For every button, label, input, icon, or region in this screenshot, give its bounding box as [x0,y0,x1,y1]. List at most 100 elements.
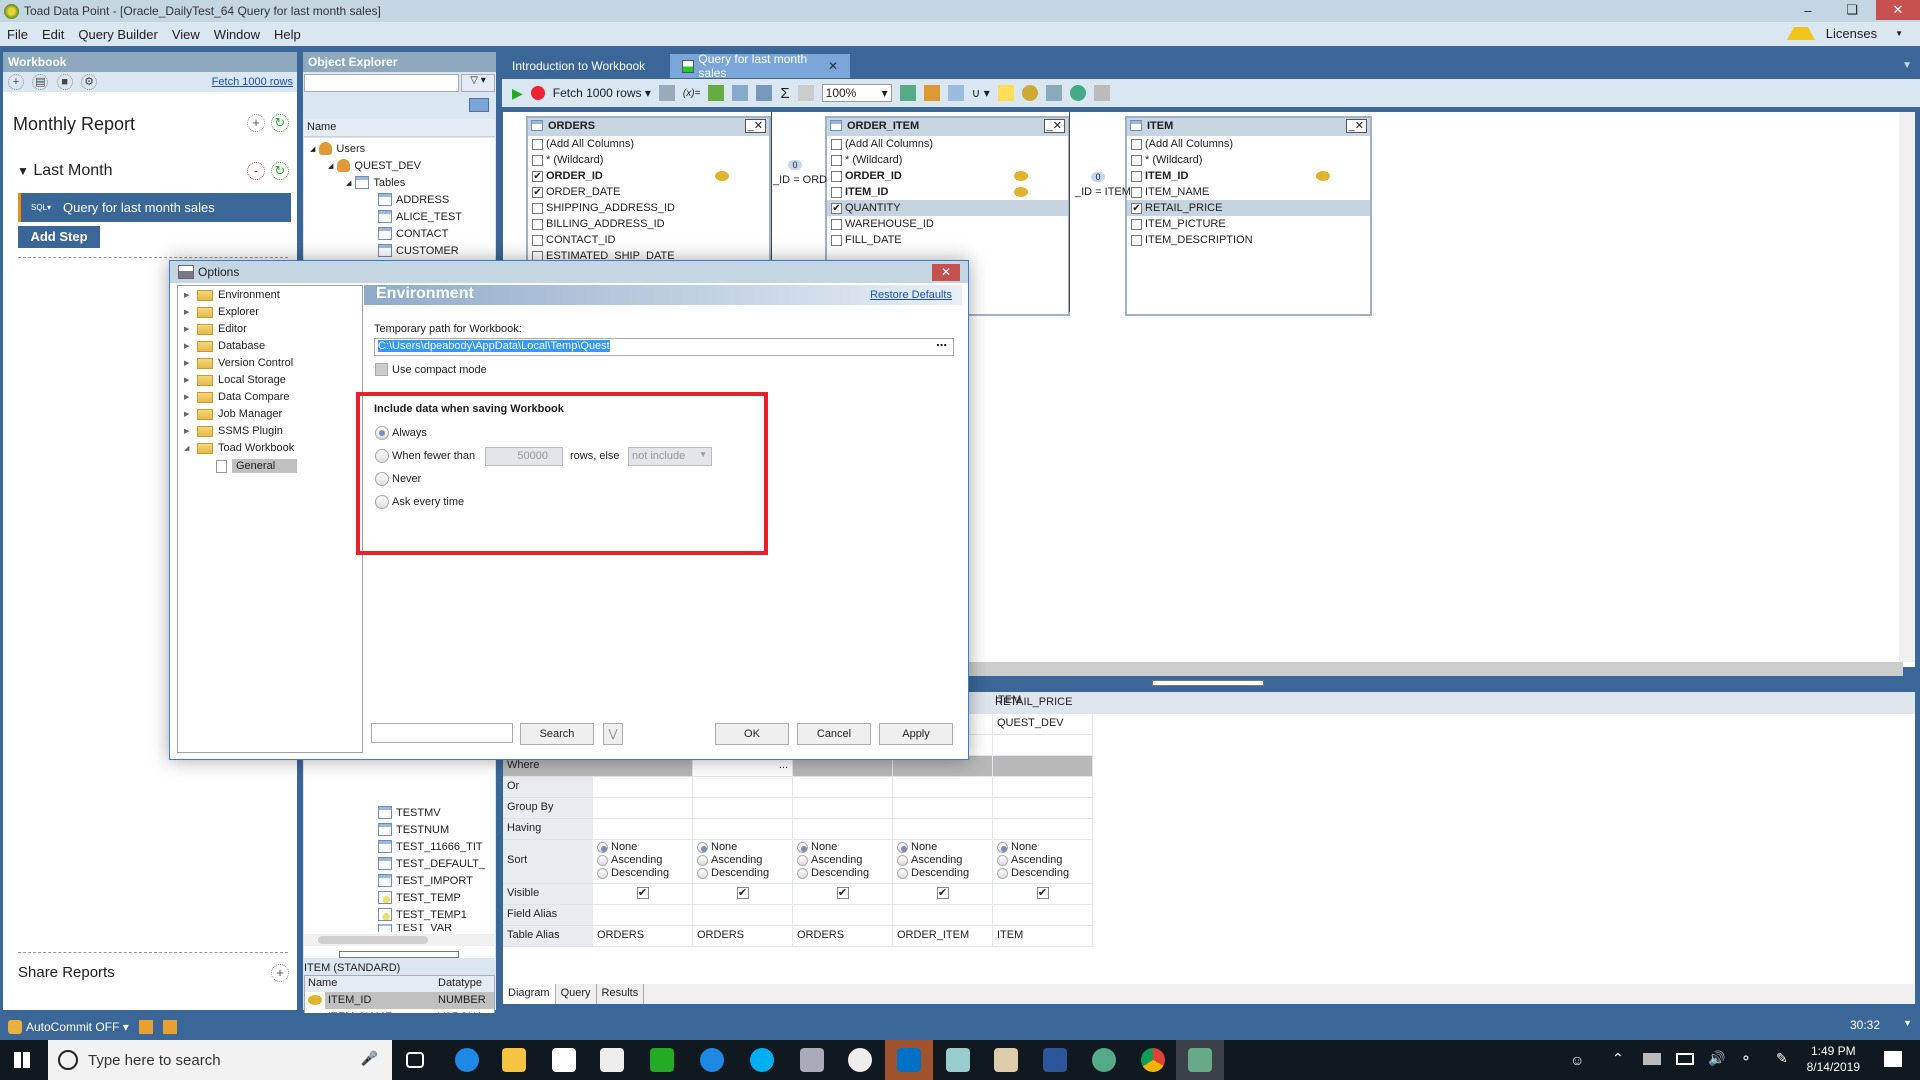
edit-sql-icon[interactable] [658,85,675,101]
slack-icon[interactable] [848,1048,872,1072]
grid-cell[interactable] [693,905,793,926]
nav-item-general[interactable]: General [216,459,298,473]
grid-cell[interactable]: None Ascending Descending [993,840,1093,884]
column-checkbox[interactable] [1131,170,1142,182]
radio-button[interactable] [597,868,608,879]
radio-button[interactable] [797,868,808,879]
column-row[interactable]: ITEM_DESCRIPTION [1127,232,1370,248]
view-options-icon[interactable] [469,98,489,112]
windows-start-icon[interactable] [14,1052,30,1068]
export-icon[interactable] [899,85,916,101]
microphone-icon[interactable]: 🎤 [361,1050,378,1067]
zoom-select[interactable]: 100% ▾ [821,84,892,102]
radio-button[interactable] [597,842,608,853]
remove-section-icon[interactable]: - [247,162,265,180]
save-icon[interactable]: ■ [56,74,73,90]
expand-icon[interactable]: ⋁ [603,723,623,745]
ok-button[interactable]: OK [715,723,789,745]
tree-node-table[interactable]: TEST_VAR [378,924,452,932]
grid-cell[interactable] [893,819,993,840]
add-section-icon[interactable]: + [247,114,265,132]
nav-item[interactable]: ▶ Database [184,340,265,352]
grid-cell[interactable]: ✔ [793,884,893,905]
column-row[interactable]: ✔ QUANTITY [827,200,1068,216]
skype-icon[interactable] [750,1048,774,1072]
column-checkbox[interactable] [1131,218,1142,230]
grid-cell[interactable] [593,798,693,819]
column-checkbox[interactable] [831,138,842,150]
radio-button[interactable] [897,842,908,853]
grid-cell[interactable] [793,777,893,798]
close-tab-icon[interactable]: ✕ [828,59,838,73]
sort-option[interactable]: None [897,841,988,854]
splitter-handle[interactable] [1152,680,1264,686]
sort-option[interactable]: Ascending [597,854,688,867]
add-share-icon[interactable]: + [271,964,289,982]
browser-icon[interactable] [1092,1048,1116,1072]
close-window-button[interactable]: ✕ [1876,0,1920,20]
filter-icon[interactable]: ▽ ▾ [461,74,495,92]
add-step-button[interactable]: Add Step [18,226,100,248]
radio-button[interactable] [597,855,608,866]
tree-node-table[interactable]: TESTNUM [378,823,449,836]
tab-query[interactable]: Query for last month sales ✕ [670,52,850,80]
tree-node-table[interactable]: ALICE_TEST [378,210,462,223]
sort-option[interactable]: None [797,841,888,854]
minimize-close-icon[interactable]: _✕ [744,119,766,133]
tree-node-table[interactable]: TEST_DEFAULT_ [378,857,485,870]
column-row[interactable]: ITEM_PICTURE [1127,216,1370,232]
minimize-close-icon[interactable]: _✕ [1043,119,1065,133]
table-icon[interactable] [732,85,749,101]
column-row[interactable]: * (Wildcard) [528,152,769,168]
column-row[interactable]: ITEM_ID [827,184,1068,200]
radio-button[interactable] [697,842,708,853]
where-icon[interactable] [1021,85,1038,101]
having-icon[interactable] [1069,85,1086,101]
grid-cell[interactable] [693,777,793,798]
grid-icon[interactable] [756,85,773,101]
gear-icon[interactable]: ⚙ [81,74,98,90]
grid-cell[interactable] [993,819,1093,840]
tree-node-temp-table[interactable]: TEST_TEMP1 [378,908,467,921]
column-checkbox[interactable] [532,154,543,166]
browse-button[interactable]: ⋯ [936,339,947,352]
column-checkbox[interactable] [532,202,543,214]
sort-option[interactable]: Ascending [797,854,888,867]
grid-cell[interactable] [693,819,793,840]
column-row[interactable]: ✔ ORDER_DATE [528,184,769,200]
stop-icon[interactable] [530,86,545,100]
nav-item[interactable]: ▶ SSMS Plugin [184,425,283,437]
radio-button[interactable] [797,842,808,853]
nav-item[interactable]: ▶ Job Manager [184,408,282,420]
monitor-icon[interactable] [800,1048,824,1072]
nav-item[interactable]: ◢ Toad Workbook [184,442,294,454]
tree-node-table[interactable]: CUSTOMER [378,244,459,257]
grid-cell[interactable]: ORDERS [693,926,793,947]
pen-icon[interactable]: ✎ [1776,1050,1788,1067]
radio-button[interactable] [897,868,908,879]
radio-button[interactable] [997,855,1008,866]
checkbox[interactable] [375,363,388,376]
expand-arrow-icon[interactable]: ▶ [184,291,192,299]
column-checkbox[interactable] [1131,138,1142,150]
column-checkbox[interactable] [532,234,543,246]
outlook-icon[interactable] [897,1048,921,1072]
expand-arrow-icon[interactable]: ▶ [184,393,192,401]
column-row[interactable]: BILLING_ADDRESS_ID [528,216,769,232]
tab-list-icon[interactable]: ▼ [1902,60,1912,71]
grid-cell[interactable] [893,798,993,819]
tree-node-table[interactable]: TEST_IMPORT [378,874,473,887]
edge-icon[interactable] [455,1048,479,1072]
column-row[interactable]: ITEM_ID [1127,168,1370,184]
grid-cell[interactable]: None Ascending Descending [793,840,893,884]
table-row[interactable]: ITEM_ID NUMBER [305,992,494,1009]
tab-diagram[interactable]: Diagram [503,984,556,1004]
visible-checkbox[interactable]: ✔ [936,887,949,899]
tab-results[interactable]: Results [597,984,645,1004]
store-icon[interactable] [552,1048,576,1072]
visible-checkbox[interactable]: ✔ [836,887,849,899]
status-menu-icon[interactable]: ▼ [1903,1018,1912,1028]
refresh-section-icon[interactable]: ↻ [271,162,289,180]
column-checkbox[interactable] [831,218,842,230]
tree-node-quest-dev[interactable]: ◢ QUEST_DEV [328,159,421,172]
